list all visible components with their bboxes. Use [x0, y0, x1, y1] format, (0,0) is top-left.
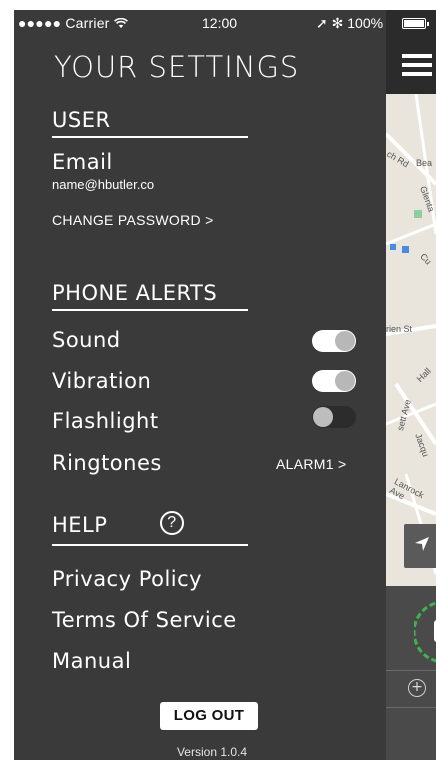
section-heading-phone-alerts: PHONE ALERTS	[52, 281, 248, 311]
map-label: Bea	[416, 158, 433, 168]
terms-of-service-link[interactable]: Terms Of Service	[52, 608, 237, 632]
sound-label: Sound	[52, 328, 121, 352]
add-circle-icon[interactable]: +	[408, 679, 426, 697]
email-value: name@hbutler.co	[52, 177, 155, 192]
section-heading-help: HELP ?	[52, 511, 248, 546]
add-row: +	[386, 670, 436, 708]
toggle-knob	[335, 371, 355, 391]
vibration-toggle[interactable]	[312, 370, 356, 392]
privacy-policy-link[interactable]: Privacy Policy	[52, 567, 202, 591]
gauge-ring-icon	[414, 601, 436, 663]
change-password-link[interactable]: CHANGE PASSWORD >	[52, 212, 214, 228]
status-time: 12:00	[202, 15, 238, 31]
ringtone-select-link[interactable]: ALARM1 >	[276, 456, 347, 472]
flashlight-toggle[interactable]	[312, 406, 356, 428]
wifi-icon	[113, 17, 128, 28]
locate-me-button[interactable]	[404, 524, 436, 568]
navigation-arrow-icon	[415, 537, 429, 551]
settings-drawer: YOUR SETTINGS USER Email name@hbutler.co…	[14, 10, 386, 760]
sound-toggle[interactable]	[312, 330, 356, 352]
help-circle-icon: ?	[160, 511, 184, 535]
map-label: rien St	[386, 324, 413, 334]
main-screen-peek[interactable]: ch Rd Bea Glenta Cu rien St Hall sett Av…	[386, 10, 436, 760]
drawer-title: YOUR SETTINGS	[54, 50, 300, 84]
phone-screen: ch Rd Bea Glenta Cu rien St Hall sett Av…	[14, 10, 436, 760]
toggle-knob	[313, 407, 333, 427]
email-label: Email	[52, 150, 113, 174]
status-right: ➚ ✻ 100%	[316, 15, 384, 31]
carrier-signal: ●●●●● Carrier	[18, 15, 128, 31]
log-out-button[interactable]: LOG OUT	[160, 702, 258, 730]
status-bar: ●●●●● Carrier 12:00 ➚ ✻ 100%	[14, 10, 436, 38]
map-view[interactable]: ch Rd Bea Glenta Cu rien St Hall sett Av…	[386, 94, 436, 586]
manual-link[interactable]: Manual	[52, 649, 131, 673]
ringtones-label: Ringtones	[52, 451, 162, 475]
flashlight-label: Flashlight	[52, 409, 159, 433]
toggle-knob	[335, 331, 355, 351]
vibration-label: Vibration	[52, 369, 152, 393]
section-heading-user: USER	[52, 108, 248, 138]
section-divider	[52, 136, 248, 138]
app-version: Version 1.0.4	[176, 745, 248, 759]
section-divider	[52, 309, 248, 311]
hamburger-menu-icon[interactable]	[402, 54, 432, 76]
section-divider	[52, 544, 248, 546]
battery-icon	[402, 18, 429, 29]
